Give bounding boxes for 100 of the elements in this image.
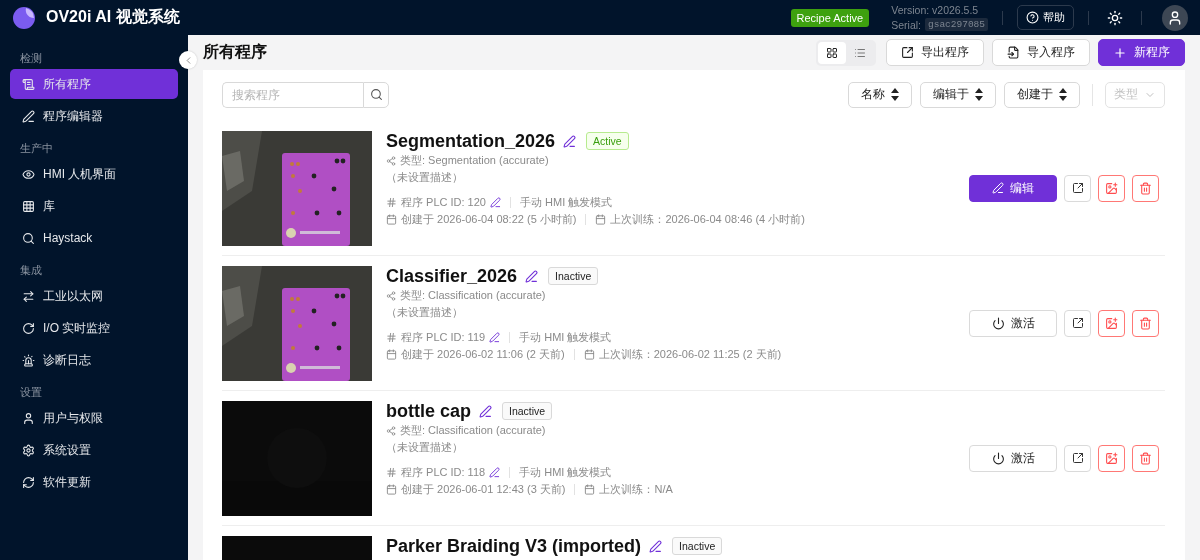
sort-icon: [891, 88, 899, 101]
search-icon: [22, 231, 35, 245]
sidebar-item[interactable]: 程序编辑器: [10, 101, 178, 131]
export-icon: [1071, 182, 1084, 194]
sidebar-label: I/O 实时监控: [43, 319, 111, 337]
program-description: （未设置描述）: [386, 170, 463, 185]
pen-icon[interactable]: [490, 197, 501, 208]
section-title: 生产中: [19, 141, 54, 156]
export-icon: [1071, 452, 1084, 464]
eye-icon: [22, 167, 35, 181]
pen-icon: [22, 109, 35, 123]
grid-icon: [826, 46, 838, 59]
sort-icon: [1059, 88, 1067, 101]
sidebar-item[interactable]: 库: [10, 191, 178, 221]
search-icon: [369, 88, 383, 101]
recipe-status: Recipe Active: [790, 8, 870, 27]
program-description: （未设置描述）: [386, 440, 463, 455]
help-button[interactable]: 帮助: [1017, 5, 1074, 30]
sidebar-item[interactable]: HMI 人机界面: [10, 159, 178, 189]
calendar-icon: [595, 214, 607, 225]
app-title: OV20i AI 视觉系统: [46, 7, 180, 27]
export-button[interactable]: [1064, 309, 1091, 337]
grid-icon: [22, 199, 35, 213]
status-badge: Inactive: [672, 537, 723, 555]
grid-view-button[interactable]: [818, 41, 846, 64]
program-description: （未设置描述）: [386, 305, 463, 320]
image-button[interactable]: [1098, 444, 1125, 472]
pen-icon[interactable]: [563, 134, 577, 148]
sidebar-label: 用户与权限: [43, 409, 103, 427]
program-type: 类型: Classification (accurate): [400, 288, 546, 303]
trigger-mode: 手动 HMI 触发模式: [520, 195, 613, 210]
section-title: 检测: [19, 51, 43, 66]
collapse-button[interactable]: [179, 51, 197, 69]
calendar-icon: [386, 214, 397, 225]
sidebar-label: 所有程序: [43, 75, 91, 93]
sort-button[interactable]: 名称: [848, 81, 912, 108]
user-avatar[interactable]: [1162, 4, 1188, 31]
trained-date: 上次训练：2026-06-02 11:25 (2 天前): [598, 347, 782, 362]
sidebar-item[interactable]: 用户与权限: [10, 403, 178, 433]
image-button[interactable]: [1098, 309, 1125, 337]
delete-button[interactable]: [1132, 174, 1159, 202]
program-type: 类型: Classification (accurate): [400, 423, 546, 438]
sidebar-label: HMI 人机界面: [43, 165, 117, 183]
plus-icon: [1113, 45, 1127, 60]
created-date: 创建于 2026-06-04 08:22 (5 小时前): [401, 212, 577, 227]
program-name: Parker Braiding V3 (imported): [386, 535, 642, 557]
image-icon: [1105, 316, 1118, 330]
plc-id: 程序 PLC ID: 120: [401, 195, 486, 210]
program-type: 类型: Segmentation (accurate): [400, 153, 549, 168]
nodes-icon: [386, 155, 396, 166]
export-icon: [901, 46, 914, 59]
sidebar-item[interactable]: 工业以太网: [10, 281, 178, 311]
sort-button[interactable]: 编辑于: [920, 81, 996, 108]
activate-button[interactable]: 激活: [969, 444, 1057, 472]
delete-button[interactable]: [1132, 444, 1159, 472]
logo-icon: [12, 5, 36, 30]
image-button[interactable]: [1098, 174, 1125, 202]
export-button[interactable]: [1064, 174, 1091, 202]
export-button[interactable]: 导出程序: [886, 39, 984, 66]
power-icon: [991, 451, 1005, 465]
sidebar-label: 诊断日志: [43, 351, 91, 369]
status-badge: Active: [586, 132, 629, 150]
pen-icon[interactable]: [525, 269, 539, 283]
sidebar-item[interactable]: 软件更新: [10, 467, 178, 497]
export-button[interactable]: [1064, 444, 1091, 472]
trigger-mode: 手动 HMI 触发模式: [519, 465, 612, 480]
sort-button[interactable]: 创建于: [1004, 81, 1080, 108]
sidebar-item[interactable]: 诊断日志: [10, 345, 178, 375]
trained-date: 上次训练：2026-06-04 08:46 (4 小时前): [610, 212, 805, 227]
sidebar-label: Haystack: [43, 231, 93, 245]
trained-date: 上次训练：N/A: [599, 482, 673, 497]
pen-icon[interactable]: [649, 539, 663, 553]
search-button[interactable]: [363, 81, 389, 108]
status-badge: Inactive: [548, 267, 599, 285]
refresh-icon: [22, 475, 35, 489]
version-text: Version: v2026.5.5: [891, 4, 980, 16]
sidebar-item[interactable]: 所有程序: [10, 69, 178, 99]
delete-button[interactable]: [1132, 309, 1159, 337]
pen-icon[interactable]: [489, 467, 501, 478]
import-button[interactable]: 导入程序: [992, 39, 1090, 66]
page-title: 所有程序: [203, 42, 268, 62]
sidebar-item[interactable]: I/O 实时监控: [10, 313, 178, 343]
calendar-icon: [386, 349, 397, 360]
calendar-icon: [584, 484, 596, 495]
power-icon: [991, 316, 1005, 330]
hash-icon: [386, 467, 397, 478]
activate-button[interactable]: 激活: [969, 309, 1057, 337]
sidebar-item[interactable]: 系统设置: [10, 435, 178, 465]
sidebar-label: 软件更新: [43, 473, 91, 491]
calendar-icon: [386, 484, 397, 495]
edit-button[interactable]: 编辑: [969, 174, 1057, 202]
pen-icon[interactable]: [489, 332, 501, 343]
pen-icon[interactable]: [479, 404, 492, 418]
export-icon: [1071, 317, 1084, 329]
new-button[interactable]: 新程序: [1098, 39, 1185, 66]
trigger-mode: 手动 HMI 触发模式: [519, 330, 612, 345]
search-field[interactable]: 搜索程序: [222, 81, 363, 108]
sidebar-item[interactable]: Haystack: [10, 223, 178, 253]
hash-icon: [386, 332, 397, 343]
siren-icon: [22, 353, 35, 367]
